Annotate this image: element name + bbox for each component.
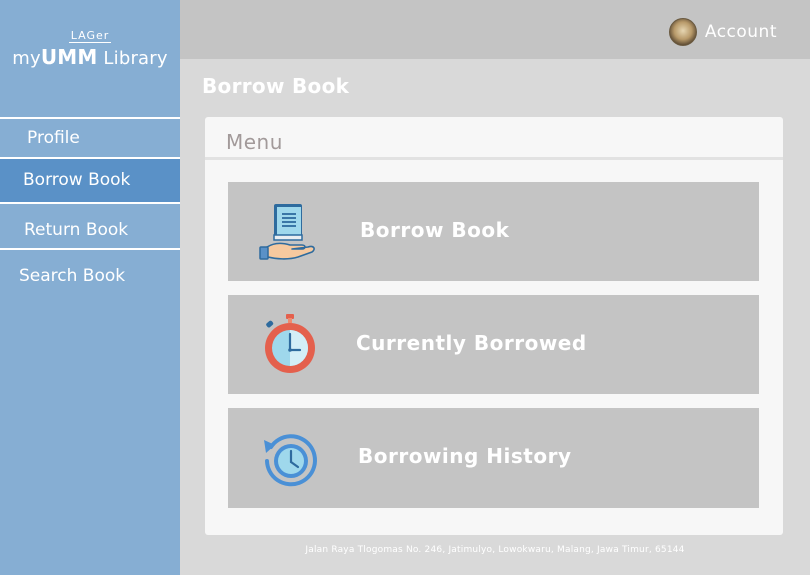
sidebar: LAGer myUMM Library Profile Borrow Book … [0,0,180,575]
history-clock-icon [264,434,317,487]
card-label: Currently Borrowed [356,331,587,355]
sidebar-item-label: Search Book [19,266,126,286]
borrowing-history-card[interactable]: Borrowing History [228,408,759,508]
logo-lager-text: LAGer [68,29,112,43]
sidebar-item-label: Borrow Book [23,170,131,190]
card-label: Borrowing History [358,444,572,468]
account-label: Account [704,22,777,42]
currently-borrowed-card[interactable]: Currently Borrowed [228,295,759,394]
sidebar-item-profile[interactable]: Profile [0,117,180,155]
top-bar: Account [180,0,810,59]
menu-header: Menu [205,117,783,160]
borrow-book-card[interactable]: Borrow Book [228,182,759,281]
menu-panel: Menu Borrow Book Currently Borrowed Borr… [205,117,783,535]
logo-library-text: myUMM Library [0,45,180,69]
book-hand-icon [259,204,315,260]
logo-prefix: my [12,48,41,69]
page-title: Borrow Book [202,74,350,98]
sidebar-item-return-book[interactable]: Return Book [0,202,180,250]
avatar [668,18,697,46]
app-logo[interactable]: LAGer myUMM Library [0,24,180,69]
menu-title: Menu [226,130,283,154]
account-menu[interactable]: Account [668,18,777,46]
sidebar-item-label: Return Book [24,220,129,240]
sidebar-item-borrow-book[interactable]: Borrow Book [0,157,180,202]
logo-bold: UMM [40,45,98,69]
logo-suffix: Library [97,48,168,69]
stopwatch-icon [265,314,315,373]
footer-address: Jalan Raya Tlogomas No. 246, Jatimulyo, … [305,545,685,555]
card-label: Borrow Book [360,218,510,242]
sidebar-item-search-book[interactable]: Search Book [0,248,180,300]
sidebar-item-label: Profile [27,128,80,148]
